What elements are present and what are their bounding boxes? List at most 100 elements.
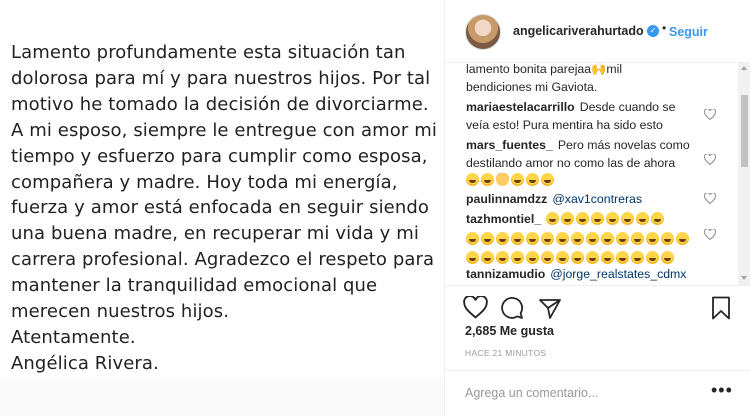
comment-text: lamento bonita parejaa🙌mil bbox=[466, 63, 623, 76]
post-header: angelicariverahurtado ✓ • Seguir bbox=[445, 0, 750, 63]
laughing-emoji-icon bbox=[601, 251, 614, 264]
laughing-emoji-icon bbox=[616, 231, 629, 245]
comment-username[interactable]: mars_fuentes_ bbox=[466, 138, 553, 152]
laughing-emoji-icon bbox=[621, 212, 635, 225]
follow-button[interactable]: Seguir bbox=[669, 25, 708, 39]
heart-icon[interactable] bbox=[463, 296, 488, 319]
laughing-emoji-icon bbox=[466, 231, 479, 245]
comments-list: lamento bonita parejaa🙌mil bendiciones m… bbox=[445, 63, 750, 285]
clapping-hands-emoji-icon bbox=[496, 173, 509, 186]
laughing-emoji-icon bbox=[541, 251, 554, 264]
comment-text: Pero más novelas como bbox=[557, 138, 690, 152]
laughing-emoji-icon bbox=[646, 231, 659, 245]
comment-text: bendiciones mi Gaviota. bbox=[466, 79, 598, 94]
comment-mention-link[interactable]: @jorge_realstates_cdmx bbox=[550, 267, 686, 281]
comment-item: mars_fuentes_ Pero más novelas como desti… bbox=[466, 137, 716, 190]
likes-count[interactable]: 2,685 Me gusta bbox=[465, 324, 554, 338]
statement-line: motivo he tomado la decisión de divorcia… bbox=[11, 93, 429, 115]
scroll-down-arrow-icon[interactable] bbox=[741, 276, 747, 280]
statement-line: compañera y madre. Hoy toda mi energía, bbox=[11, 171, 398, 193]
laughing-emoji-icon bbox=[601, 231, 614, 245]
statement-line: Lamento profundamente esta situación tan bbox=[11, 42, 406, 63]
comment-text: destilando amor no como las de ahora bbox=[466, 155, 676, 170]
laughing-emoji-icon bbox=[466, 173, 479, 186]
more-options-button[interactable]: ••• bbox=[711, 381, 733, 399]
comment-text: Desde cuando se bbox=[579, 100, 676, 114]
statement-line: dolorosa para mí y para nuestros hijos. … bbox=[11, 67, 431, 89]
comment-item: tannizamudio @jorge_realstates_cdmx bbox=[466, 266, 716, 284]
post-image: Lamento profundamente esta situación tan… bbox=[0, 0, 444, 378]
comment-like-heart-icon[interactable] bbox=[704, 109, 716, 120]
statement-line: mantener la tranquilidad emocional que bbox=[11, 275, 378, 297]
laughing-emoji-icon bbox=[606, 212, 620, 225]
comment-bubble-icon[interactable] bbox=[500, 296, 524, 320]
comment-item: paulinnamdzz @xav1contreras bbox=[466, 191, 716, 209]
comment-mention-link[interactable]: @xav1contreras bbox=[552, 192, 642, 206]
statement-line: Angélica Rivera. bbox=[11, 352, 159, 374]
laughing-emoji-icon bbox=[661, 251, 674, 264]
laughing-emoji-icon bbox=[546, 212, 560, 225]
laughing-emoji-icon bbox=[616, 251, 629, 264]
statement-line: una buena madre, en recuperar mi vida y … bbox=[11, 223, 419, 245]
comment-like-heart-icon[interactable] bbox=[704, 154, 716, 165]
laughing-emoji-icon bbox=[571, 231, 584, 245]
add-comment-input[interactable] bbox=[465, 383, 705, 403]
laughing-emoji-icon bbox=[576, 212, 590, 225]
comment-item: lamento bonita parejaa🙌mil bendiciones m… bbox=[466, 63, 716, 96]
laughing-emoji-icon bbox=[496, 251, 509, 264]
laughing-emoji-icon bbox=[651, 212, 665, 225]
laughing-emoji-icon bbox=[586, 251, 599, 264]
laughing-emoji-icon bbox=[646, 251, 659, 264]
comment-form: ••• bbox=[445, 370, 750, 416]
laughing-emoji-icon bbox=[561, 212, 575, 225]
comments-scrollbar[interactable] bbox=[738, 63, 750, 285]
statement-line: tiempo y esfuerzo para cumplir como espo… bbox=[11, 145, 428, 167]
laughing-emoji-icon bbox=[526, 173, 539, 186]
laughing-emoji-icon bbox=[586, 231, 599, 245]
laughing-emoji-icon bbox=[481, 173, 494, 186]
statement-line: Atentamente. bbox=[11, 326, 136, 348]
statement-line: fuerza y amor está enfocada en seguir si… bbox=[11, 197, 430, 219]
comment-username[interactable]: tannizamudio bbox=[466, 267, 545, 281]
laughing-emoji-icon bbox=[661, 231, 674, 245]
laughing-emoji-icon bbox=[481, 251, 494, 264]
post-sidebar: angelicariverahurtado ✓ • Seguir lamento… bbox=[444, 0, 750, 416]
comment-emojis bbox=[466, 172, 716, 190]
laughing-emoji-icon bbox=[481, 231, 494, 245]
laughing-emoji-icon bbox=[631, 231, 644, 245]
scroll-up-arrow-icon[interactable] bbox=[741, 66, 747, 70]
share-arrow-icon[interactable] bbox=[538, 296, 562, 320]
comment-username[interactable]: paulinnamdzz bbox=[466, 192, 547, 206]
username-link[interactable]: angelicariverahurtado bbox=[513, 24, 644, 38]
comment-like-heart-icon[interactable] bbox=[704, 229, 716, 240]
comment-item: tazhmontiel_ bbox=[466, 211, 716, 268]
post-timestamp[interactable]: HACE 21 MINUTOS bbox=[465, 348, 546, 358]
laughing-emoji-icon bbox=[511, 251, 524, 264]
laughing-emoji-icon bbox=[511, 231, 524, 245]
post-actions-bar bbox=[445, 285, 750, 325]
comment-emojis bbox=[466, 250, 716, 268]
bookmark-icon[interactable] bbox=[711, 296, 731, 320]
laughing-emoji-icon bbox=[571, 251, 584, 264]
statement-line: A mi esposo, siempre le entregue con amo… bbox=[11, 119, 437, 141]
separator-dot: • bbox=[662, 21, 667, 35]
laughing-emoji-icon bbox=[541, 173, 554, 186]
avatar[interactable] bbox=[465, 14, 501, 50]
post-statement-text: Lamento profundamente esta situación tan… bbox=[11, 40, 437, 377]
comment-item: mariaestelacarrillo Desde cuando se veía … bbox=[466, 99, 716, 134]
comment-username[interactable]: tazhmontiel_ bbox=[466, 212, 541, 226]
laughing-emoji-icon bbox=[631, 251, 644, 264]
laughing-emoji-icon bbox=[526, 231, 539, 245]
laughing-emoji-icon bbox=[591, 212, 605, 225]
comment-text: veía esto! Pura mentira ha sido esto bbox=[466, 117, 663, 132]
scrollbar-thumb[interactable] bbox=[741, 95, 748, 167]
laughing-emoji-icon bbox=[556, 251, 569, 264]
statement-line: carrera profesional. Agradezco el respet… bbox=[11, 249, 435, 271]
comment-like-heart-icon[interactable] bbox=[704, 193, 716, 204]
verified-badge-icon: ✓ bbox=[647, 25, 659, 37]
laughing-emoji-icon bbox=[511, 173, 524, 186]
comment-username[interactable]: mariaestelacarrillo bbox=[466, 100, 575, 114]
laughing-emoji-icon bbox=[541, 231, 554, 245]
laughing-emoji-icon bbox=[676, 231, 689, 245]
statement-line: merecen nuestros hijos. bbox=[11, 301, 230, 323]
